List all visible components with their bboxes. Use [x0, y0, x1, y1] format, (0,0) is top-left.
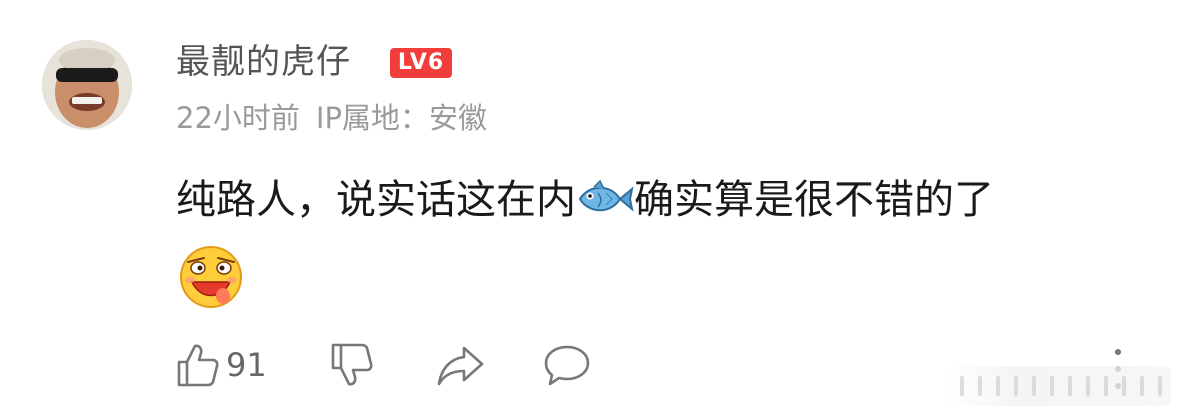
avatar[interactable]: [42, 40, 132, 130]
like-button[interactable]: 91: [176, 340, 267, 390]
comment-time: 22小时前: [176, 101, 300, 135]
avatar-image: [42, 40, 132, 130]
comment-text-part-1: 纯路人，说实话这在内: [176, 177, 576, 223]
share-button[interactable]: [436, 340, 486, 390]
comment-text: 纯路人，说实话这在内 确实算是很不错的了: [176, 172, 994, 228]
reply-button[interactable]: [542, 340, 592, 390]
username[interactable]: 最靓的虎仔: [176, 40, 351, 84]
comment-bubble-icon: [544, 345, 590, 386]
share-icon: [437, 346, 484, 386]
comment-meta: 22小时前 IP属地：安徽: [176, 98, 503, 138]
level-badge: LV6: [390, 48, 452, 78]
ip-location: IP属地：安徽: [315, 101, 487, 135]
comment-item: 最靓的虎仔 LV6 22小时前 IP属地：安徽 纯路人，说实话这在内 确实算是很不…: [0, 0, 1179, 414]
comment-text-part-2: 确实算是很不错的了: [634, 177, 994, 223]
watermark: [946, 366, 1171, 406]
fish-emoji-icon: [578, 179, 634, 212]
dislike-button[interactable]: [330, 340, 374, 390]
like-count: 91: [226, 346, 267, 384]
drooling-face-sticker-icon: [180, 246, 242, 308]
thumbs-down-icon: [331, 343, 373, 386]
thumbs-up-icon: [177, 344, 219, 387]
